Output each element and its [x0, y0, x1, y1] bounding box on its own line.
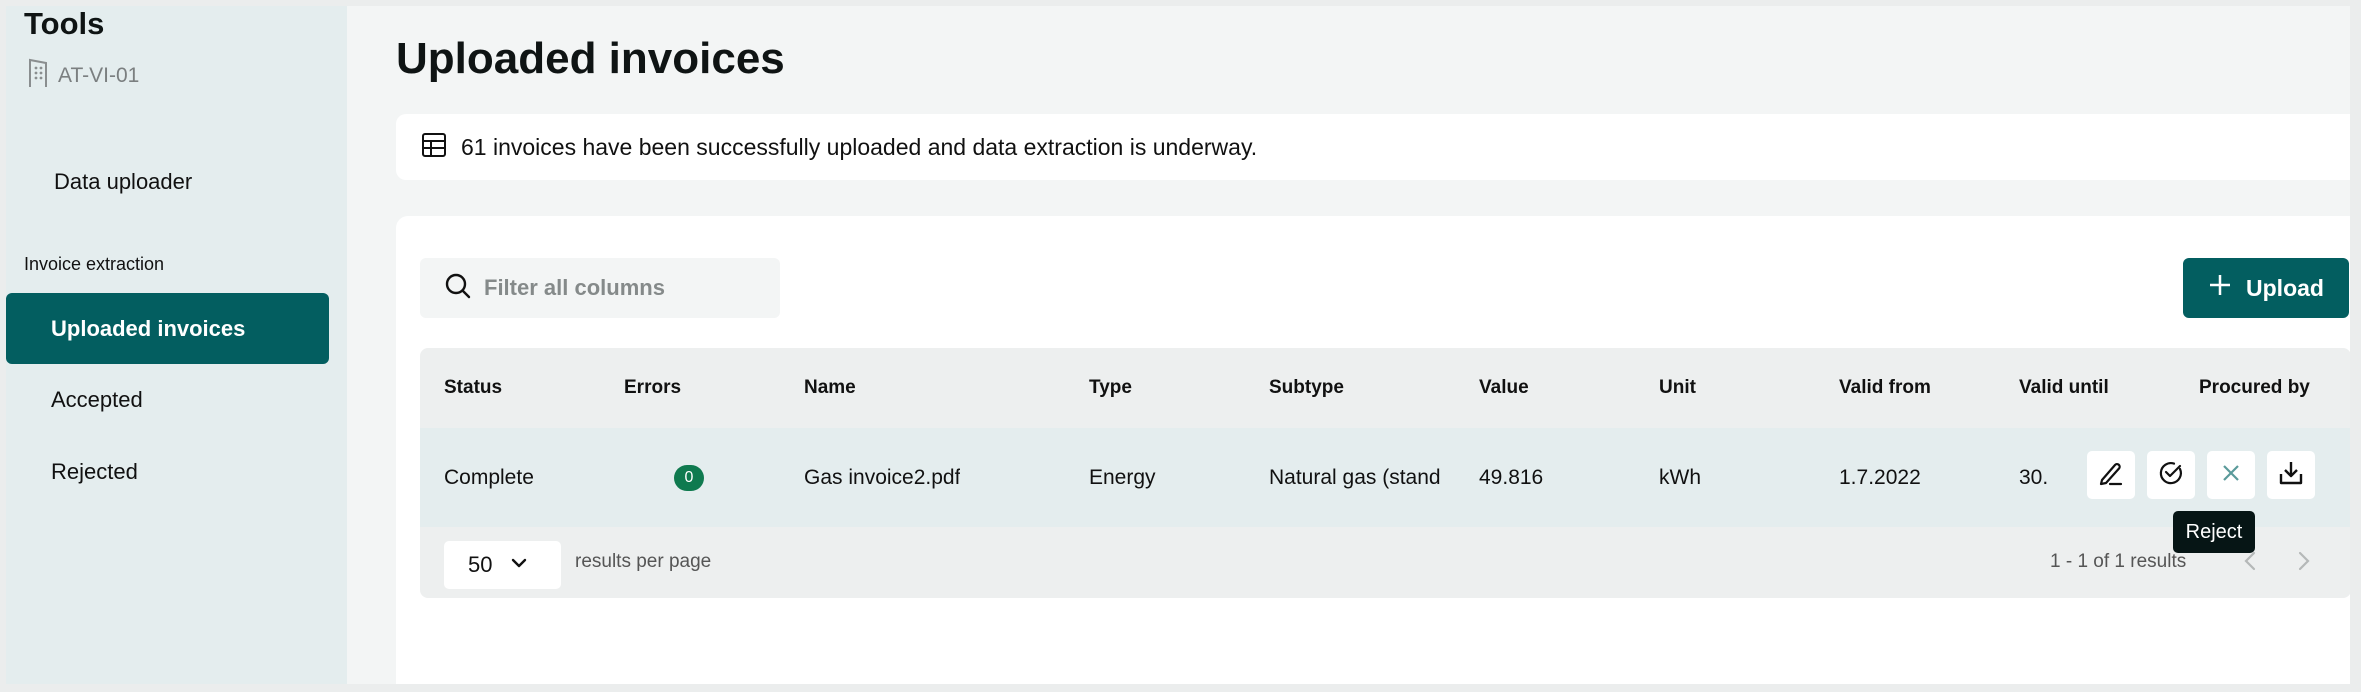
errors-badge: 0 [674, 464, 704, 491]
results-count: 1 - 1 of 1 results [2050, 551, 2187, 572]
cell-errors: 0 [674, 428, 704, 527]
next-page-button[interactable] [2292, 549, 2316, 577]
page-title: Uploaded invoices [396, 34, 785, 83]
site-label: AT-VI-01 [58, 63, 140, 87]
pencil-icon [2097, 459, 2125, 492]
main-content: Uploaded invoices 61 invoices have been … [347, 6, 2361, 684]
sidebar-section-invoice-extraction: Invoice extraction [24, 254, 165, 274]
column-header-procured-by[interactable]: Procured by [2199, 348, 2310, 428]
column-header-errors[interactable]: Errors [624, 348, 681, 428]
sidebar-item-rejected[interactable]: Rejected [6, 436, 329, 507]
building-icon [28, 58, 50, 93]
close-icon [2217, 459, 2245, 492]
check-circle-icon [2157, 459, 2185, 492]
reject-button[interactable] [2207, 451, 2255, 499]
download-icon [2277, 459, 2305, 492]
table-icon [421, 132, 447, 163]
accept-button[interactable] [2147, 451, 2195, 499]
invoices-table: Status Errors Name Type Subtype Value Un… [420, 348, 2351, 598]
edit-button[interactable] [2087, 451, 2135, 499]
column-header-name[interactable]: Name [804, 348, 856, 428]
column-header-type[interactable]: Type [1089, 348, 1132, 428]
column-header-unit[interactable]: Unit [1659, 348, 1696, 428]
previous-page-button[interactable] [2238, 549, 2262, 577]
pagination: 50 results per page 1 - 1 of 1 results [420, 527, 2351, 598]
reject-tooltip: Reject [2173, 511, 2255, 553]
cell-unit: kWh [1659, 465, 1701, 489]
per-page-value: 50 [468, 552, 493, 577]
plus-icon [2208, 273, 2232, 303]
search-field[interactable] [420, 258, 780, 318]
sidebar-title: Tools [24, 6, 105, 41]
cell-valid-from: 1.7.2022 [1839, 465, 1921, 489]
invoices-card: Upload Status Errors Name Type Subtype V… [396, 216, 2361, 684]
cell-valid-until: 30. [2019, 465, 2049, 489]
column-header-status[interactable]: Status [444, 348, 502, 428]
per-page-select[interactable]: 50 [444, 541, 561, 589]
cell-value: 49.816 [1479, 465, 1544, 489]
info-banner: 61 invoices have been successfully uploa… [396, 114, 2361, 180]
column-header-subtype[interactable]: Subtype [1269, 348, 1344, 428]
cell-subtype: Natural gas (stand [1269, 465, 1441, 489]
banner-text: 61 invoices have been successfully uploa… [461, 133, 1258, 160]
site-selector[interactable]: AT-VI-01 [28, 58, 139, 93]
column-header-valid-until[interactable]: Valid until [2019, 348, 2109, 428]
search-input[interactable] [484, 275, 764, 301]
sidebar-item-data-uploader[interactable]: Data uploader [54, 146, 192, 217]
upload-button[interactable]: Upload [2183, 258, 2349, 318]
chevron-down-icon [510, 552, 528, 578]
sidebar: Tools AT-VI-01 Data uploader Invoice ext… [6, 6, 347, 684]
column-header-valid-from[interactable]: Valid from [1839, 348, 1931, 428]
download-button[interactable] [2267, 451, 2315, 499]
sidebar-item-uploaded-invoices[interactable]: Uploaded invoices [6, 293, 329, 364]
cell-name: Gas invoice2.pdf [804, 465, 961, 489]
search-icon [444, 272, 472, 305]
table-header: Status Errors Name Type Subtype Value Un… [420, 348, 2351, 428]
cell-status: Complete [444, 465, 534, 489]
chevron-right-icon [2297, 550, 2311, 577]
scrollbar[interactable] [2350, 6, 2361, 684]
cell-type: Energy [1089, 465, 1156, 489]
column-header-value[interactable]: Value [1479, 348, 1529, 428]
chevron-left-icon [2243, 550, 2257, 577]
upload-button-label: Upload [2246, 274, 2324, 301]
per-page-label: results per page [575, 551, 712, 572]
table-row[interactable]: Complete 0 Gas invoice2.pdf Energy Natur… [420, 428, 2351, 527]
sidebar-item-accepted[interactable]: Accepted [6, 364, 329, 435]
